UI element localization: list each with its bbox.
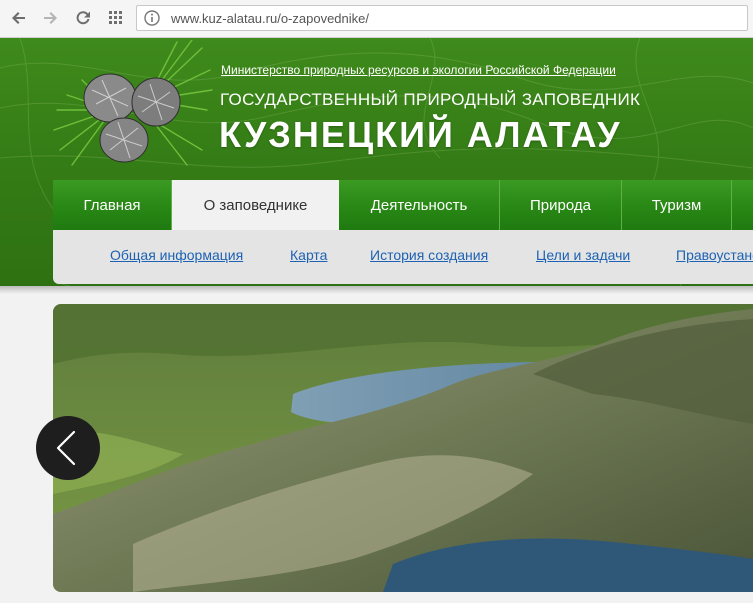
menu-item-more[interactable]: [732, 180, 753, 230]
page-info-icon[interactable]: [144, 10, 160, 26]
pine-cones-logo: [53, 40, 213, 166]
apps-button[interactable]: [105, 7, 127, 29]
reload-button[interactable]: [72, 7, 94, 29]
menu-item-activity[interactable]: Деятельность: [339, 180, 500, 230]
submenu-link-goals[interactable]: Цели и задачи: [536, 247, 630, 263]
submenu-link-history[interactable]: История создания: [370, 247, 488, 263]
submenu-link-map[interactable]: Карта: [290, 247, 327, 263]
back-arrow-icon: [12, 12, 25, 24]
slider-prev-button[interactable]: [36, 416, 100, 480]
site-subtitle: ГОСУДАРСТВЕННЫЙ ПРИРОДНЫЙ ЗАПОВЕДНИК: [220, 90, 641, 109]
site-title[interactable]: КУЗНЕЦКИЙ АЛАТАУ: [219, 114, 622, 156]
forward-button[interactable]: [39, 7, 61, 29]
reload-icon: [76, 11, 90, 25]
ministry-link[interactable]: Министерство природных ресурсов и эколог…: [221, 63, 616, 77]
hero-slider[interactable]: [53, 304, 753, 592]
apps-grid-icon: [109, 11, 122, 24]
address-bar[interactable]: [136, 5, 748, 31]
menu-item-home[interactable]: Главная: [53, 180, 172, 230]
url-input[interactable]: [171, 9, 731, 27]
browser-toolbar: [0, 0, 753, 38]
menu-item-tourism[interactable]: Туризм: [622, 180, 732, 230]
submenu-link-general-info[interactable]: Общая информация: [110, 247, 243, 263]
chevron-left-icon: [56, 430, 76, 466]
menu-item-about[interactable]: О заповеднике: [172, 180, 339, 230]
forward-arrow-icon: [44, 12, 57, 24]
back-button[interactable]: [8, 7, 30, 29]
mountain-lake-photo: [53, 304, 753, 592]
header-shadow: [0, 286, 753, 294]
menu-item-nature[interactable]: Природа: [500, 180, 622, 230]
submenu: Общая информация Карта История создания …: [53, 230, 753, 284]
main-menu: Главная О заповеднике Деятельность Приро…: [53, 180, 753, 230]
submenu-link-legal[interactable]: Правоустановл: [676, 247, 753, 263]
